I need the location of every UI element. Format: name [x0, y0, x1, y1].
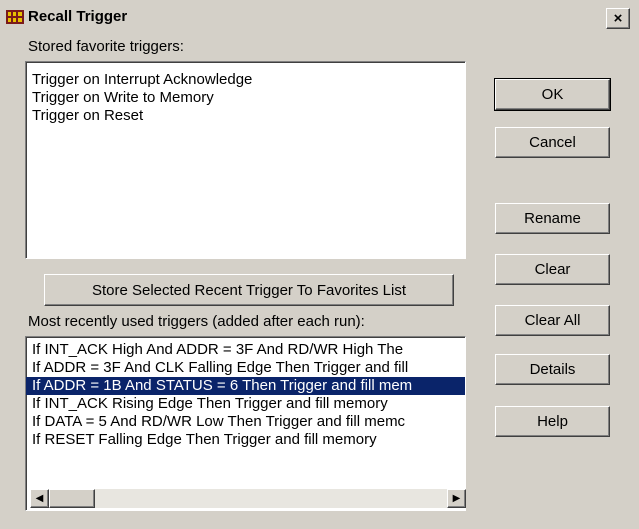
favorites-list[interactable]: Trigger on Interrupt Acknowledge Trigger …	[25, 61, 466, 259]
clear-button[interactable]: Clear	[495, 254, 610, 285]
favorites-label: Stored favorite triggers:	[28, 38, 184, 55]
help-button[interactable]: Help	[495, 406, 610, 437]
cancel-button[interactable]: Cancel	[495, 127, 610, 158]
details-button[interactable]: Details	[495, 354, 610, 385]
favorite-item[interactable]: Trigger on Write to Memory	[26, 89, 465, 107]
store-to-favorites-button[interactable]: Store Selected Recent Trigger To Favorit…	[44, 274, 454, 306]
clear-all-button[interactable]: Clear All	[495, 305, 610, 336]
recent-trigger-item[interactable]: If INT_ACK High And ADDR = 3F And RD/WR …	[26, 341, 465, 359]
recent-trigger-item[interactable]: If DATA = 5 And RD/WR Low Then Trigger a…	[26, 413, 465, 431]
window-title: Recall Trigger	[28, 8, 128, 25]
scroll-thumb[interactable]	[49, 489, 95, 508]
recent-label: Most recently used triggers (added after…	[28, 313, 365, 330]
ok-button[interactable]: OK	[494, 78, 611, 111]
scroll-right-icon[interactable]: ▶	[447, 489, 466, 508]
rename-button[interactable]: Rename	[495, 203, 610, 234]
horizontal-scrollbar[interactable]: ◀ ▶	[30, 489, 466, 508]
close-icon[interactable]: ×	[606, 8, 630, 29]
recent-trigger-item[interactable]: If ADDR = 1B And STATUS = 6 Then Trigger…	[26, 377, 465, 395]
recent-trigger-item[interactable]: If RESET Falling Edge Then Trigger and f…	[26, 431, 465, 449]
favorite-item[interactable]: Trigger on Reset	[26, 107, 465, 125]
recent-trigger-item[interactable]: If ADDR = 3F And CLK Falling Edge Then T…	[26, 359, 465, 377]
title-bar[interactable]: Recall Trigger ×	[0, 0, 639, 30]
recent-trigger-item[interactable]: If INT_ACK Rising Edge Then Trigger and …	[26, 395, 465, 413]
scroll-left-icon[interactable]: ◀	[30, 489, 49, 508]
recent-triggers-list[interactable]: If INT_ACK High And ADDR = 3F And RD/WR …	[25, 336, 466, 511]
favorite-item[interactable]: Trigger on Interrupt Acknowledge	[26, 71, 465, 89]
app-icon	[6, 10, 24, 24]
